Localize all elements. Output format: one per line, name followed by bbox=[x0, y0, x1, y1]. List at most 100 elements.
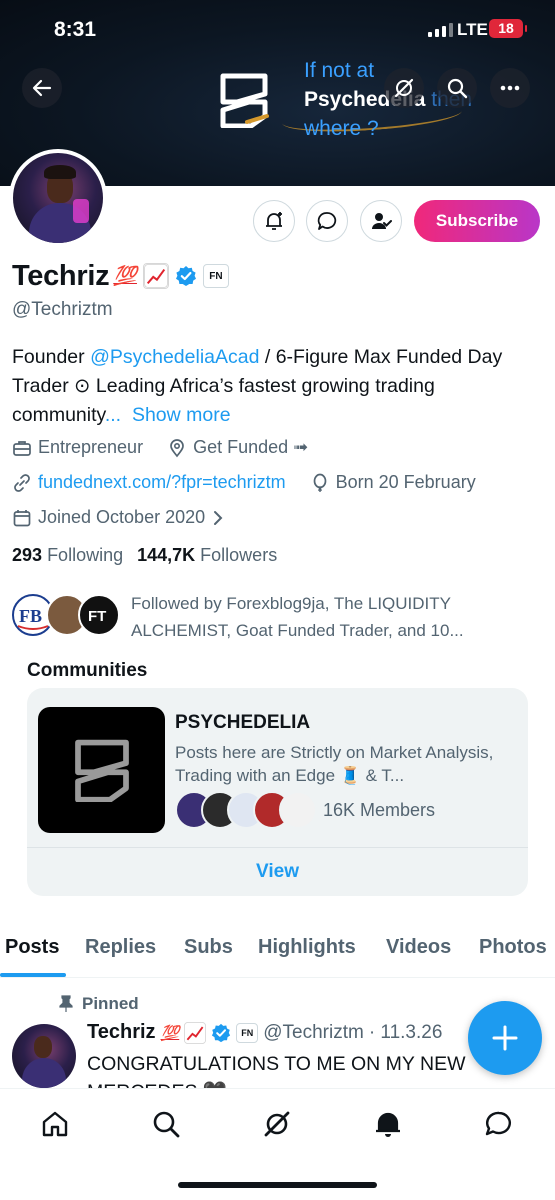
community-name: PSYCHEDELIA bbox=[175, 712, 311, 733]
banner-line-3: where ? bbox=[304, 117, 379, 140]
briefcase-icon bbox=[13, 440, 31, 456]
bottom-navigation bbox=[0, 1088, 555, 1200]
battery-icon: 18 bbox=[489, 19, 527, 38]
post-header: Techriz 💯 FN @Techriztm · 11.3.26 bbox=[87, 1021, 442, 1044]
grok-button[interactable] bbox=[384, 68, 424, 108]
compose-button[interactable] bbox=[468, 1001, 542, 1075]
tab-videos[interactable]: Videos bbox=[386, 936, 451, 959]
profile-meta-row-1: Entrepreneur Get Funded ➟ bbox=[12, 437, 308, 458]
compose-plus-icon bbox=[492, 1025, 518, 1051]
back-button[interactable] bbox=[22, 68, 62, 108]
display-name: Techriz bbox=[12, 259, 110, 292]
community-description: Posts here are Strictly on Market Analys… bbox=[175, 743, 494, 785]
goat-funded-logo: FT bbox=[88, 608, 106, 625]
bio-prefix: Founder bbox=[12, 346, 91, 368]
search-button[interactable] bbox=[437, 68, 477, 108]
profile-meta-row-2: fundednext.com/?fpr=techriztm Born 20 Fe… bbox=[12, 472, 476, 493]
notifications-icon[interactable] bbox=[373, 1109, 403, 1139]
tab-subs[interactable]: Subs bbox=[184, 936, 233, 959]
tab-posts[interactable]: Posts bbox=[5, 936, 59, 959]
pinned-text: Pinned bbox=[82, 994, 139, 1013]
psychedelia-logo bbox=[220, 73, 269, 128]
more-button[interactable] bbox=[490, 68, 530, 108]
post-date: · 11.3.26 bbox=[368, 1021, 443, 1043]
message-icon bbox=[317, 212, 337, 230]
hundred-emoji: 💯 bbox=[113, 266, 137, 287]
member-avatar-5 bbox=[279, 791, 317, 829]
svg-text:FT: FT bbox=[88, 608, 106, 625]
verified-icon[interactable] bbox=[175, 265, 197, 287]
link-icon bbox=[14, 473, 30, 492]
name-row: Techriz 💯 FN bbox=[12, 256, 229, 296]
notifications-toggle-button[interactable] bbox=[253, 200, 295, 242]
profile-category: Entrepreneur bbox=[38, 437, 144, 457]
profile-birthday: Born 20 February bbox=[335, 472, 476, 492]
person-check-icon bbox=[372, 213, 392, 229]
svg-text:FB: FB bbox=[19, 606, 42, 626]
avatar-hair bbox=[44, 165, 76, 179]
affiliate-badge[interactable]: FN bbox=[202, 264, 229, 288]
post-hundred-emoji: 💯 bbox=[160, 1024, 180, 1042]
bio-mention-link[interactable]: @PsychedeliaAcad bbox=[90, 346, 259, 368]
community-members: 16K Members bbox=[175, 791, 515, 829]
post-author-avatar[interactable] bbox=[12, 1024, 76, 1088]
home-indicator bbox=[178, 1182, 377, 1188]
active-tab-indicator bbox=[0, 973, 66, 977]
post-author-name[interactable]: Techriz bbox=[87, 1021, 156, 1044]
community-card[interactable]: PSYCHEDELIA Posts here are Strictly on M… bbox=[27, 688, 528, 896]
following-link[interactable]: 293 Following bbox=[12, 545, 123, 566]
messages-icon[interactable] bbox=[484, 1109, 514, 1139]
communities-title: Communities bbox=[27, 660, 148, 681]
followers-link[interactable]: 144,7K Followers bbox=[137, 545, 277, 566]
subscribe-button[interactable]: Subscribe bbox=[414, 200, 540, 242]
community-image bbox=[38, 707, 165, 833]
pinned-label: Pinned bbox=[58, 994, 139, 1014]
grok-nav-icon[interactable] bbox=[262, 1109, 292, 1139]
profile-location: Get Funded ➟ bbox=[193, 437, 309, 457]
profile-joined: Joined October 2020 bbox=[38, 507, 206, 527]
community-view-button[interactable]: View bbox=[27, 848, 528, 896]
tab-replies[interactable]: Replies bbox=[85, 936, 156, 959]
more-icon bbox=[500, 85, 520, 91]
message-button[interactable] bbox=[306, 200, 348, 242]
following-label: Following bbox=[47, 545, 124, 565]
location-pin-icon bbox=[170, 438, 184, 457]
tab-highlights[interactable]: Highlights bbox=[258, 936, 356, 959]
balloon-icon bbox=[313, 473, 326, 492]
home-icon[interactable] bbox=[40, 1109, 70, 1139]
back-arrow-icon bbox=[32, 79, 52, 97]
post-avatar-body bbox=[22, 1058, 66, 1088]
search-icon bbox=[447, 78, 468, 99]
profile-bio: Founder @PsychedeliaAcad / 6-Figure Max … bbox=[12, 343, 532, 430]
profile-avatar[interactable] bbox=[9, 149, 107, 247]
profile-tabs: Posts Replies Subs Highlights Videos Pho… bbox=[0, 918, 555, 978]
followers-label: Followers bbox=[200, 545, 278, 565]
show-more-link[interactable]: Show more bbox=[132, 404, 231, 426]
community-member-count: 16K Members bbox=[323, 800, 436, 820]
post-avatar-face bbox=[34, 1036, 52, 1058]
following-count: 293 bbox=[12, 545, 43, 565]
tab-photos[interactable]: Photos bbox=[479, 936, 547, 959]
pin-icon bbox=[59, 995, 73, 1012]
following-status-button[interactable] bbox=[360, 200, 402, 242]
post-affiliate-badge: FN bbox=[236, 1022, 259, 1043]
bio-ellipsis: ... bbox=[104, 404, 122, 426]
profile-joined-row[interactable]: Joined October 2020 bbox=[12, 507, 225, 528]
community-logo bbox=[74, 739, 129, 802]
followed-by-text: Followed by Forexblog9ja, The LIQUIDITY … bbox=[131, 594, 464, 640]
chart-increasing-icon bbox=[142, 263, 169, 289]
bell-plus-icon bbox=[266, 212, 282, 230]
post-chart-emoji bbox=[184, 1021, 207, 1044]
signal-icon bbox=[428, 23, 453, 37]
followers-count: 144,7K bbox=[137, 545, 196, 565]
profile-website-link[interactable]: fundednext.com/?fpr=techriztm bbox=[38, 472, 286, 493]
follower-avatar-3: FT bbox=[78, 594, 120, 636]
profile-handle: @Techriztm bbox=[12, 299, 113, 320]
chevron-right-icon bbox=[214, 510, 223, 525]
post-verified-icon bbox=[212, 1023, 231, 1042]
post-author-handle: @Techriztm bbox=[263, 1021, 364, 1043]
status-bar: 8:31 LTE 18 bbox=[0, 0, 555, 60]
explore-icon[interactable] bbox=[151, 1109, 181, 1139]
post-text[interactable]: CONGRATULATIONS TO ME ON MY NEW MERCEDES… bbox=[87, 1050, 517, 1088]
calendar-icon bbox=[13, 509, 31, 526]
